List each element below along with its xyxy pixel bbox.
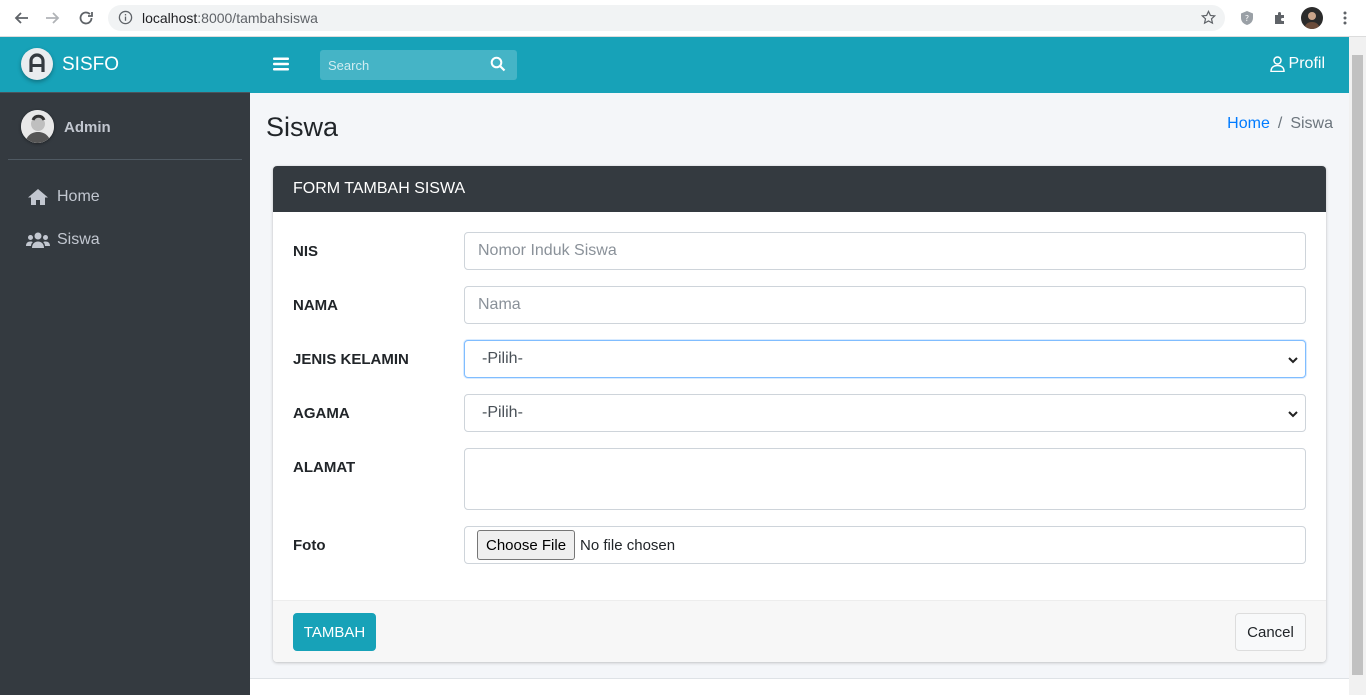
page-scrollbar[interactable] [1349,37,1366,695]
agama-label: AGAMA [293,405,350,422]
agama-select[interactable]: -Pilih- [464,394,1306,432]
user-name[interactable]: Admin [64,119,111,136]
address-bar[interactable]: localhost:8000/tambahsiswa [108,5,1225,31]
breadcrumb-home-link[interactable]: Home [1227,115,1270,133]
sidebar-item-home[interactable]: Home [8,177,242,217]
home-icon [26,188,50,206]
back-icon[interactable] [12,9,30,27]
user-panel: Admin [8,94,242,160]
users-icon [26,232,50,248]
shield-icon[interactable]: ? [1238,9,1256,27]
form-card: FORM TAMBAH SISWA NIS NAMA JENIS KELAMIN… [273,166,1326,662]
nama-label: NAMA [293,297,338,314]
choose-file-button[interactable]: Choose File [477,530,576,560]
brand-logo-icon [21,48,53,80]
profile-label: Profil [1288,55,1325,72]
user-icon [1269,56,1285,72]
svg-text:?: ? [1245,14,1249,23]
forward-icon[interactable] [44,9,62,27]
foto-label: Foto [293,537,326,554]
browser-toolbar: localhost:8000/tambahsiswa ? [0,0,1366,37]
info-icon[interactable] [118,10,133,30]
alamat-label: ALAMAT [293,459,356,476]
brand-link[interactable]: SISFO [0,37,250,93]
scrollbar-thumb[interactable] [1352,55,1363,675]
breadcrumb-separator: / [1277,115,1283,132]
nama-input[interactable] [464,286,1306,324]
card-footer: TAMBAH Cancel [273,600,1326,662]
breadcrumb: Home / Siswa [1227,115,1333,133]
page-title: Siswa [266,112,339,142]
sidebar: SISFO Admin Home Siswa [0,37,250,695]
star-icon[interactable] [1200,9,1217,30]
avatar[interactable] [21,110,54,143]
nis-label: NIS [293,243,319,260]
search-box [320,50,517,80]
url-text: localhost:8000/tambahsiswa [142,10,318,26]
reload-icon[interactable] [77,9,95,27]
card-header: FORM TAMBAH SISWA [273,166,1326,212]
brand-text: SISFO [62,54,120,75]
nis-input[interactable] [464,232,1306,270]
search-input[interactable] [320,50,485,80]
card-title: FORM TAMBAH SISWA [293,180,466,197]
sidebar-item-label: Siswa [57,231,100,248]
top-navbar: Profil [250,37,1349,93]
jenis-kelamin-select[interactable]: -Pilih- [464,340,1306,378]
url-path: :8000/tambahsiswa [197,10,318,26]
url-host: localhost [142,10,198,26]
tambah-button[interactable]: TAMBAH [293,613,376,651]
main-footer [250,678,1349,695]
sidebar-item-siswa[interactable]: Siswa [8,220,242,260]
chevron-down-icon [1287,353,1299,371]
alamat-textarea[interactable] [464,448,1306,510]
cancel-button[interactable]: Cancel [1235,613,1306,651]
agama-selected: -Pilih- [482,404,523,421]
foto-file-input[interactable]: Choose File No file chosen [464,526,1306,564]
menu-dots-icon[interactable] [1336,9,1354,27]
breadcrumb-current: Siswa [1290,115,1333,132]
jenis-kelamin-label: JENIS KELAMIN [293,351,409,368]
jenis-kelamin-selected: -Pilih- [482,350,523,367]
search-icon[interactable] [490,56,508,74]
profile-avatar[interactable] [1301,7,1323,29]
hamburger-menu-icon[interactable] [273,56,289,74]
profile-link[interactable]: Profil [1269,55,1325,73]
file-status: No file chosen [580,536,676,554]
puzzle-icon[interactable] [1271,9,1289,27]
chevron-down-icon [1287,407,1299,425]
sidebar-item-label: Home [57,188,100,205]
